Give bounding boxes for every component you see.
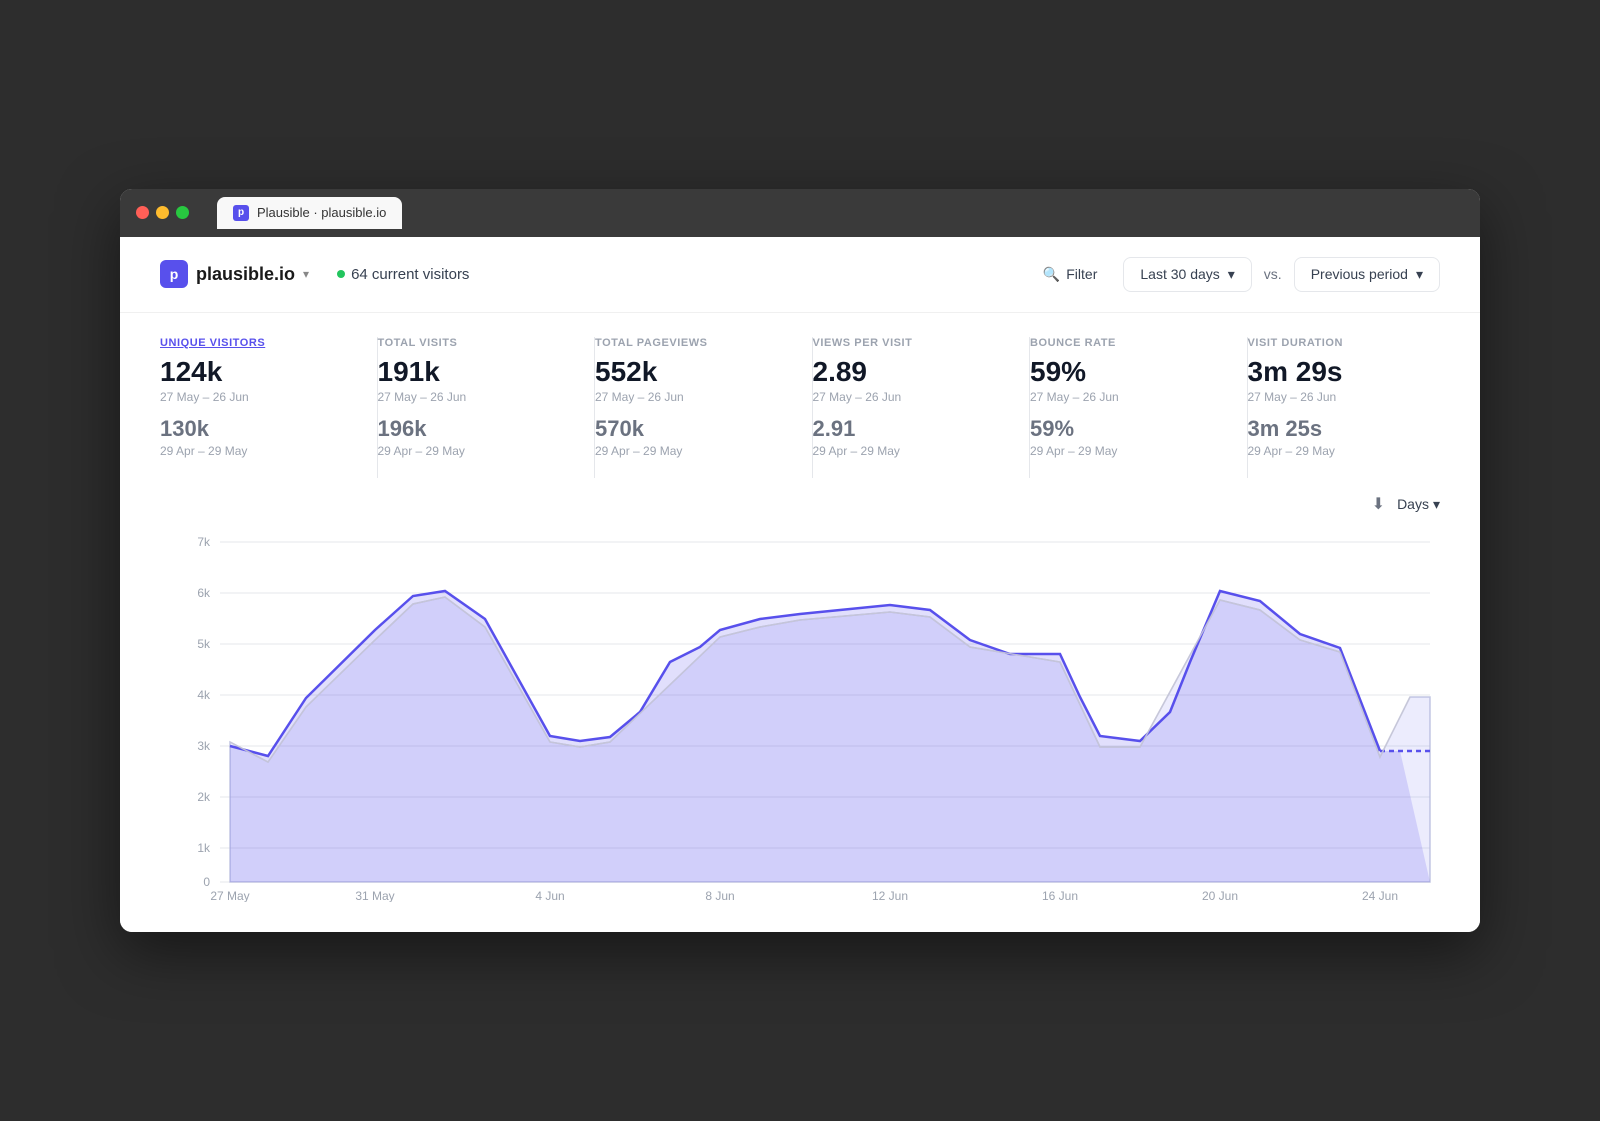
- vs-label: vs.: [1264, 266, 1282, 282]
- stats-row: UNIQUE VISITORS 124k 27 May – 26 Jun 130…: [120, 313, 1480, 479]
- svg-text:12 Jun: 12 Jun: [872, 889, 908, 902]
- svg-text:7k: 7k: [197, 535, 211, 549]
- stat-compare-value: 196k: [378, 416, 571, 442]
- visitors-chart: 7k 6k 5k 4k 3k 2k 1k 0 27 May 31 May 4 J…: [160, 522, 1440, 902]
- svg-text:4 Jun: 4 Jun: [535, 889, 564, 902]
- svg-text:1k: 1k: [197, 841, 211, 855]
- browser-titlebar: p Plausible · plausible.io: [120, 189, 1480, 237]
- close-button[interactable]: [136, 206, 149, 219]
- chart-toolbar: ⬇ Days ▾: [160, 494, 1440, 514]
- stat-compare-value: 3m 25s: [1248, 416, 1441, 442]
- stat-compare-period: 29 Apr – 29 May: [160, 444, 353, 458]
- svg-text:8 Jun: 8 Jun: [705, 889, 734, 902]
- stat-value: 2.89: [813, 355, 1006, 389]
- svg-text:6k: 6k: [197, 586, 211, 600]
- svg-text:5k: 5k: [197, 637, 211, 651]
- svg-text:3k: 3k: [197, 739, 211, 753]
- minimize-button[interactable]: [156, 206, 169, 219]
- toolbar-right: 🔍 Filter Last 30 days ▾ vs. Previous per…: [1029, 257, 1440, 292]
- chart-area: ⬇ Days ▾: [120, 478, 1480, 932]
- period-dropdown[interactable]: Last 30 days ▾: [1123, 257, 1251, 292]
- stat-label[interactable]: UNIQUE VISITORS: [160, 337, 353, 349]
- traffic-lights: [136, 206, 189, 219]
- stat-compare-period: 29 Apr – 29 May: [1030, 444, 1223, 458]
- main-toolbar: p plausible.io ▾ 64 current visitors 🔍 F…: [120, 237, 1480, 313]
- search-icon: 🔍: [1043, 266, 1060, 283]
- period-label: Last 30 days: [1140, 266, 1219, 282]
- stat-compare-value: 2.91: [813, 416, 1006, 442]
- days-chevron-icon: ▾: [1433, 496, 1440, 513]
- svg-text:20 Jun: 20 Jun: [1202, 889, 1238, 902]
- browser-window: p Plausible · plausible.io p plausible.i…: [120, 189, 1480, 933]
- stat-label: VISIT DURATION: [1248, 337, 1441, 349]
- compare-dropdown[interactable]: Previous period ▾: [1294, 257, 1440, 292]
- logo-letter: p: [170, 266, 179, 282]
- stat-value: 191k: [378, 355, 571, 389]
- stat-card-total-pageviews[interactable]: TOTAL PAGEVIEWS 552k 27 May – 26 Jun 570…: [595, 337, 813, 479]
- stat-card-total-visits[interactable]: TOTAL VISITS 191k 27 May – 26 Jun 196k 2…: [378, 337, 596, 479]
- tab-favicon: p: [233, 205, 249, 221]
- stat-period: 27 May – 26 Jun: [1030, 390, 1223, 404]
- svg-text:16 Jun: 16 Jun: [1042, 889, 1078, 902]
- stat-label: TOTAL PAGEVIEWS: [595, 337, 788, 349]
- svg-text:24 Jun: 24 Jun: [1362, 889, 1398, 902]
- main-area: [230, 591, 1430, 882]
- stat-label: TOTAL VISITS: [378, 337, 571, 349]
- stat-card-unique-visitors[interactable]: UNIQUE VISITORS 124k 27 May – 26 Jun 130…: [160, 337, 378, 479]
- stat-period: 27 May – 26 Jun: [160, 390, 353, 404]
- tab-title: Plausible · plausible.io: [257, 205, 386, 220]
- svg-text:4k: 4k: [197, 688, 211, 702]
- compare-label: Previous period: [1311, 266, 1408, 282]
- svg-text:2k: 2k: [197, 790, 211, 804]
- live-indicator-dot: [337, 270, 345, 278]
- site-dropdown-icon[interactable]: ▾: [303, 267, 309, 281]
- browser-tab[interactable]: p Plausible · plausible.io: [217, 197, 402, 229]
- stat-compare-period: 29 Apr – 29 May: [1248, 444, 1441, 458]
- stat-period: 27 May – 26 Jun: [595, 390, 788, 404]
- svg-text:27 May: 27 May: [210, 889, 249, 902]
- stat-value: 3m 29s: [1248, 355, 1441, 389]
- days-dropdown[interactable]: Days ▾: [1397, 496, 1440, 513]
- stat-label: VIEWS PER VISIT: [813, 337, 1006, 349]
- logo-area[interactable]: p plausible.io ▾: [160, 260, 309, 288]
- browser-content: p plausible.io ▾ 64 current visitors 🔍 F…: [120, 237, 1480, 933]
- stat-card-bounce-rate[interactable]: BOUNCE RATE 59% 27 May – 26 Jun 59% 29 A…: [1030, 337, 1248, 479]
- stat-compare-value: 130k: [160, 416, 353, 442]
- stat-period: 27 May – 26 Jun: [813, 390, 1006, 404]
- stat-period: 27 May – 26 Jun: [378, 390, 571, 404]
- maximize-button[interactable]: [176, 206, 189, 219]
- stat-compare-value: 59%: [1030, 416, 1223, 442]
- site-name: plausible.io: [196, 264, 295, 285]
- stat-card-visit-duration[interactable]: VISIT DURATION 3m 29s 27 May – 26 Jun 3m…: [1248, 337, 1441, 479]
- days-label: Days: [1397, 496, 1429, 512]
- stat-period: 27 May – 26 Jun: [1248, 390, 1441, 404]
- filter-label: Filter: [1066, 266, 1097, 282]
- visitors-badge: 64 current visitors: [337, 266, 469, 283]
- stat-compare-value: 570k: [595, 416, 788, 442]
- svg-text:0: 0: [203, 875, 210, 889]
- chart-container: 7k 6k 5k 4k 3k 2k 1k 0 27 May 31 May 4 J…: [160, 522, 1440, 902]
- period-chevron-icon: ▾: [1228, 266, 1235, 283]
- current-visitors-text: 64 current visitors: [351, 266, 469, 283]
- stat-compare-period: 29 Apr – 29 May: [813, 444, 1006, 458]
- stat-card-views-per-visit[interactable]: VIEWS PER VISIT 2.89 27 May – 26 Jun 2.9…: [813, 337, 1031, 479]
- download-button[interactable]: ⬇: [1372, 494, 1385, 514]
- stat-value: 59%: [1030, 355, 1223, 389]
- stat-value: 124k: [160, 355, 353, 389]
- stat-label: BOUNCE RATE: [1030, 337, 1223, 349]
- compare-chevron-icon: ▾: [1416, 266, 1423, 283]
- stat-value: 552k: [595, 355, 788, 389]
- svg-text:31 May: 31 May: [355, 889, 394, 902]
- stat-compare-period: 29 Apr – 29 May: [595, 444, 788, 458]
- filter-button[interactable]: 🔍 Filter: [1029, 258, 1112, 291]
- logo-icon: p: [160, 260, 188, 288]
- stat-compare-period: 29 Apr – 29 May: [378, 444, 571, 458]
